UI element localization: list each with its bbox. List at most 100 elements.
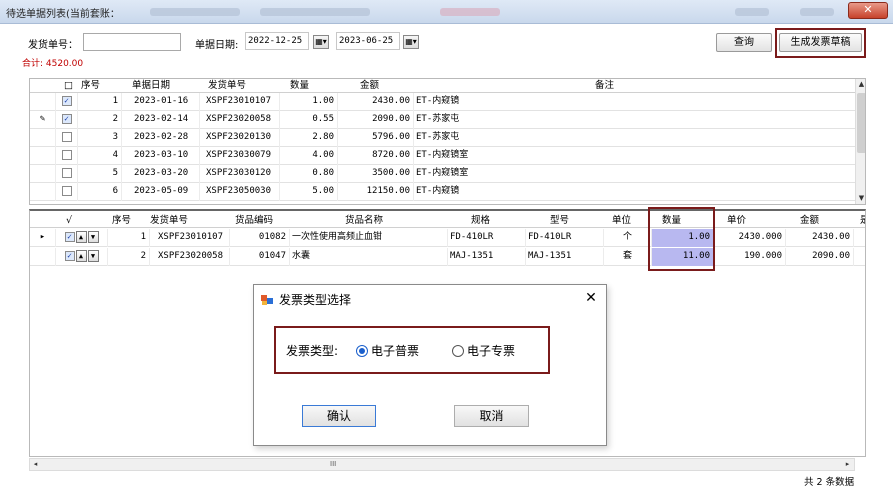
radio-e-special-invoice[interactable]: 电子专票: [452, 342, 515, 359]
header-note[interactable]: 备注: [595, 79, 614, 93]
query-button[interactable]: 查询: [716, 33, 772, 52]
row-checkbox[interactable]: [61, 149, 72, 160]
horizontal-scrollbar[interactable]: ◂ III ▸: [29, 458, 855, 471]
row-checkbox-cell[interactable]: [56, 129, 78, 147]
header-goods-code[interactable]: 货品编码: [235, 214, 273, 228]
header-extra[interactable]: 是: [860, 214, 865, 228]
date-to-field[interactable]: 2023-06-25: [336, 32, 400, 50]
date-label: 单据日期:: [195, 40, 239, 51]
scroll-grip-icon[interactable]: III: [330, 460, 336, 468]
table-row[interactable]: ▸ ✓ ▲ ▼ 1 XSPF23010107 01082 一次性使用高频止血钳 FD-410LR…: [30, 229, 865, 247]
lower-rows: ▸ ✓ ▲ ▼ 1 XSPF23010107 01082 一次性使用高频止血钳 FD-410LR…: [30, 229, 865, 269]
row-checkbox-cell[interactable]: ✓: [56, 93, 78, 111]
row-checkbox-cell[interactable]: [56, 165, 78, 183]
date-from-field[interactable]: 2022-12-25: [245, 32, 309, 50]
table-row[interactable]: ✎ ✓ 2 2023-02-14 XSPF23020058 0.55 2090.00 ET-苏…: [30, 111, 856, 129]
row-no: 4: [78, 147, 122, 165]
scroll-left-icon[interactable]: ◂: [30, 459, 41, 470]
title-bar: 待选单据列表(当前套账： ✕: [0, 0, 893, 24]
table-row[interactable]: ✓ 1 2023-01-16 XSPF23010107 1.00 2430.00 ET-内窥…: [30, 93, 856, 111]
header-model[interactable]: 型号: [550, 214, 569, 228]
row-note: ET-苏家屯: [414, 111, 856, 129]
row-pointer: ✎: [30, 111, 56, 129]
row-amount: 2430.00: [338, 93, 414, 111]
cancel-button[interactable]: 取消: [454, 405, 529, 427]
row-checkbox-cell[interactable]: [56, 183, 78, 201]
confirm-button[interactable]: 确认: [302, 405, 376, 427]
row-checkbox[interactable]: [61, 131, 72, 142]
move-up-icon[interactable]: ▲: [75, 249, 87, 262]
row-doc-no: XSPF23020058: [200, 111, 280, 129]
header-date[interactable]: 单据日期: [132, 79, 170, 93]
header-price[interactable]: 单价: [727, 214, 746, 228]
header-select-all[interactable]: □: [64, 79, 73, 93]
radio-selected-icon[interactable]: [356, 345, 368, 357]
header-goods-name[interactable]: 货品名称: [345, 214, 383, 228]
radio-unselected-icon[interactable]: [452, 345, 464, 357]
row-amount: 2090.00: [338, 111, 414, 129]
row-amount: 12150.00: [338, 183, 414, 201]
row-doc-no: XSPF23010107: [150, 229, 230, 247]
window-close-button[interactable]: ✕: [848, 2, 888, 19]
row-checkbox-cell[interactable]: ✓: [56, 111, 78, 129]
move-up-icon[interactable]: ▲: [75, 230, 87, 243]
table-row[interactable]: 3 2023-02-28 XSPF23020130 2.80 5796.00 ET-苏家屯: [30, 129, 856, 147]
row-no: 2: [108, 248, 150, 266]
move-down-icon[interactable]: ▼: [87, 249, 99, 262]
header-amount[interactable]: 金额: [800, 214, 819, 228]
lower-header-row: √ 序号 发货单号 货品编码 货品名称 规格 型号 单位 数量 单价 金额 是: [30, 214, 865, 228]
row-checkbox[interactable]: ✓: [64, 231, 75, 242]
header-check[interactable]: √: [66, 214, 72, 228]
header-no[interactable]: 序号: [112, 214, 131, 228]
blurred-title-text: [260, 8, 370, 16]
scroll-down-icon[interactable]: ▼: [856, 193, 865, 204]
scroll-thumb[interactable]: [857, 93, 865, 153]
row-spec: MAJ-1351: [448, 248, 526, 266]
row-no: 2: [78, 111, 122, 129]
row-no: 1: [108, 229, 150, 247]
row-checkbox[interactable]: ✓: [64, 250, 75, 261]
row-no: 5: [78, 165, 122, 183]
calendar-dropdown-icon[interactable]: ▦▾: [313, 35, 329, 49]
row-goods-code: 01047: [230, 248, 290, 266]
row-no: 1: [78, 93, 122, 111]
radio-e-normal-invoice[interactable]: 电子普票: [356, 342, 419, 359]
scroll-right-icon[interactable]: ▸: [842, 459, 853, 470]
header-no[interactable]: 序号: [81, 79, 100, 93]
row-date: 2023-03-10: [122, 147, 200, 165]
blurred-title-text: [150, 8, 240, 16]
doc-no-input[interactable]: [83, 33, 181, 51]
table-row[interactable]: 6 2023-05-09 XSPF23050030 5.00 12150.00 ET-内窥…: [30, 183, 856, 201]
row-pointer: ▸: [30, 229, 56, 247]
row-controls[interactable]: ✓ ▲ ▼: [56, 248, 108, 266]
generate-invoice-draft-button[interactable]: 生成发票草稿: [779, 33, 862, 52]
row-unit: 套: [604, 248, 652, 266]
header-spec[interactable]: 规格: [471, 214, 490, 228]
table-row[interactable]: ✓ ▲ ▼ 2 XSPF23020058 01047 水囊 MAJ-1351 MAJ-1351 套…: [30, 248, 865, 266]
header-qty[interactable]: 数量: [290, 79, 309, 93]
row-price: 190.000: [714, 248, 786, 266]
row-checkbox[interactable]: ✓: [61, 95, 72, 106]
move-down-icon[interactable]: ▼: [87, 230, 99, 243]
row-checkbox[interactable]: [61, 167, 72, 178]
invoice-type-label: 发票类型:: [286, 344, 339, 358]
row-qty: 1.00: [280, 93, 338, 111]
row-checkbox[interactable]: ✓: [61, 113, 72, 124]
row-checkbox[interactable]: [61, 185, 72, 196]
header-amount[interactable]: 金额: [360, 79, 379, 93]
table-row[interactable]: 4 2023-03-10 XSPF23030079 4.00 8720.00 ET-内窥镜…: [30, 147, 856, 165]
scroll-up-icon[interactable]: ▲: [856, 79, 865, 90]
row-checkbox-cell[interactable]: [56, 147, 78, 165]
upper-vertical-scrollbar[interactable]: ▲ ▼: [855, 79, 865, 204]
dialog-close-icon[interactable]: ✕: [583, 290, 599, 306]
row-pointer: [30, 183, 56, 201]
header-doc-no[interactable]: 发货单号: [150, 214, 188, 228]
row-date: 2023-03-20: [122, 165, 200, 183]
header-unit[interactable]: 单位: [612, 214, 631, 228]
row-controls[interactable]: ✓ ▲ ▼: [56, 229, 108, 247]
row-doc-no: XSPF23020058: [150, 248, 230, 266]
table-row[interactable]: 5 2023-03-20 XSPF23030120 0.80 3500.00 ET-内窥镜…: [30, 165, 856, 183]
calendar-dropdown-icon[interactable]: ▦▾: [403, 35, 419, 49]
row-amount: 3500.00: [338, 165, 414, 183]
header-doc-no[interactable]: 发货单号: [208, 79, 246, 93]
